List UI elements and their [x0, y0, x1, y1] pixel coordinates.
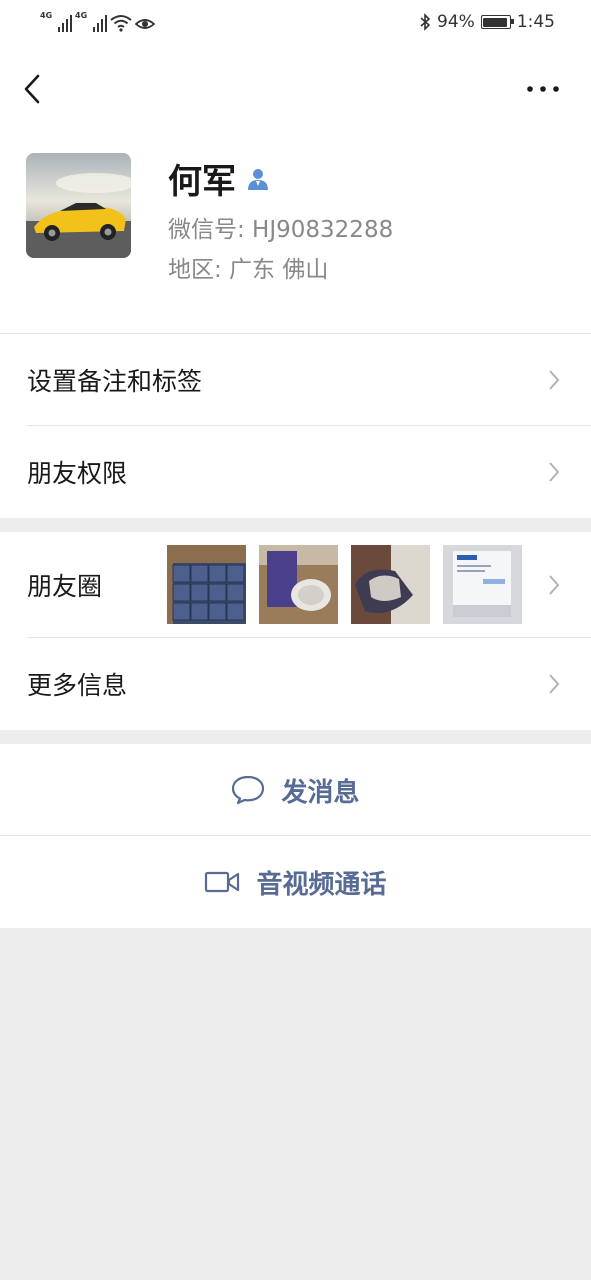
- cell-label: 更多信息: [27, 671, 128, 700]
- video-call-label: 音视频通话: [256, 869, 387, 900]
- clock: 1:45: [516, 12, 555, 32]
- battery-percent: 94%: [437, 12, 475, 32]
- actions-group: 发消息 音视频通话: [0, 744, 591, 928]
- battery-fill: [483, 17, 507, 27]
- region: 地区: 广东 佛山: [168, 257, 329, 283]
- info-group: 朋友圈 更多信息: [0, 532, 591, 730]
- eye-icon: [135, 19, 155, 29]
- name-row: 何军: [168, 154, 270, 203]
- cell-label: 朋友圈: [27, 572, 103, 601]
- status-right: 94% 1:45: [419, 12, 555, 32]
- profile-header: 何军 微信号: HJ90832288 地区: 广东 佛山: [0, 132, 591, 334]
- signal-icon: 4G: [75, 12, 107, 32]
- chevron-right-icon: [549, 674, 560, 694]
- signal-label: 4G: [40, 11, 53, 20]
- settings-group: 设置备注和标签 朋友权限: [0, 334, 591, 518]
- moment-thumbnail: [167, 545, 246, 624]
- moment-thumbnail: [443, 545, 522, 624]
- battery-icon: [480, 15, 514, 29]
- video-camera-icon: [205, 871, 240, 893]
- cell-remark-tags[interactable]: 设置备注和标签: [0, 334, 591, 426]
- moment-thumbnail: [351, 545, 430, 624]
- chevron-right-icon: [549, 370, 560, 390]
- chevron-right-icon: [549, 462, 560, 482]
- nav-bar: [0, 48, 591, 132]
- cell-more-info[interactable]: 更多信息: [0, 638, 591, 730]
- moments-thumbnails: [167, 545, 522, 624]
- chevron-right-icon: [549, 575, 560, 595]
- cell-friend-permissions[interactable]: 朋友权限: [0, 426, 591, 518]
- contact-name: 何军: [168, 162, 236, 202]
- avatar[interactable]: [26, 153, 131, 258]
- signal-label: 4G: [75, 11, 88, 20]
- wechat-id: 微信号: HJ90832288: [168, 217, 394, 243]
- signal-icon: 4G: [40, 12, 72, 32]
- chevron-left-icon[interactable]: [18, 70, 50, 108]
- status-bar: 4G 4G 94% 1:45: [0, 0, 591, 48]
- send-message-label: 发消息: [281, 777, 360, 808]
- chat-bubble-icon: [232, 775, 265, 805]
- bluetooth-icon: [420, 13, 431, 31]
- wifi-icon: [110, 15, 132, 32]
- cell-label: 朋友权限: [27, 459, 128, 488]
- person-icon: [248, 168, 268, 190]
- video-call-button[interactable]: 音视频通话: [0, 836, 591, 928]
- cell-label: 设置备注和标签: [27, 367, 203, 396]
- status-left: 4G 4G: [40, 12, 155, 32]
- send-message-button[interactable]: 发消息: [0, 744, 591, 836]
- more-dots-icon[interactable]: [525, 78, 561, 100]
- cell-moments[interactable]: 朋友圈: [0, 532, 591, 638]
- moment-thumbnail: [259, 545, 338, 624]
